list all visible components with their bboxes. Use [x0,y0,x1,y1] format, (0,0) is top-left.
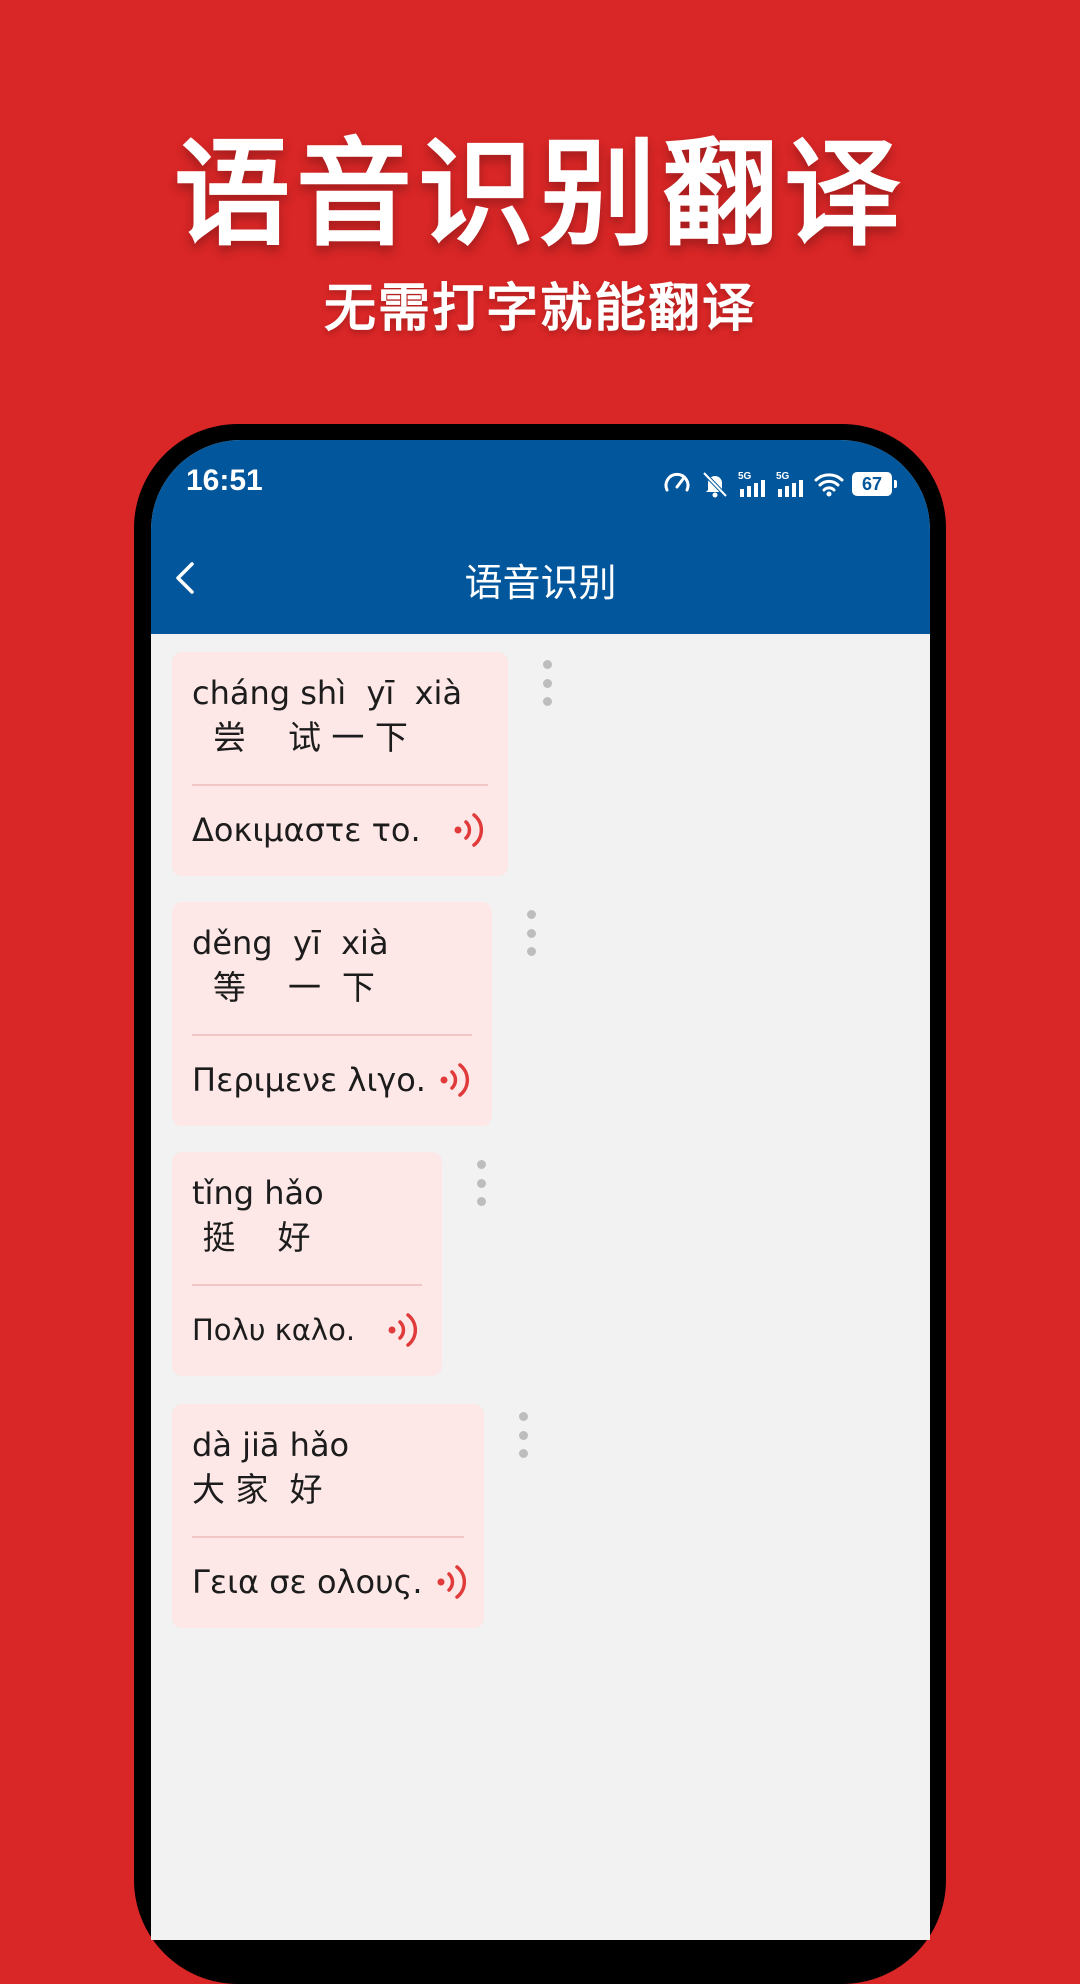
divider [192,1284,422,1286]
speedometer-icon [664,472,690,492]
speaker-icon[interactable] [384,1308,428,1352]
translation-line: Περιμενε λιγο. [192,1058,478,1102]
dot [518,1430,528,1440]
dot [518,1412,528,1421]
more-options-button[interactable] [466,1160,496,1206]
translation-line: Πολυ καλο. [192,1308,428,1352]
promo-title: 语音识别翻译 [174,127,906,262]
signal-5g-icon: 5G [738,471,765,497]
status-time: 16:51 [186,464,263,497]
phone-screen: 16:51 5G 5G 67 语音识别 cháng shì yī xià 尝 试… [151,440,930,1940]
message-row: tǐng hǎo 挺 好 Πολυ καλο. [172,1152,496,1376]
dot [476,1160,486,1169]
message-row: cháng shì yī xià 尝 试 一 下 Δοκιμαστε το. [172,652,562,876]
pinyin-text: děng yī xià [192,924,389,962]
hanzi-text: 挺 好 [192,1218,311,1257]
dot [476,1178,486,1188]
page-title: 语音识别 [464,561,617,605]
message-row: dà jiā hǎo 大 家 好 Γεια σε ολους. [172,1404,538,1628]
translation-text: Γεια σε ολους. [192,1563,423,1601]
app-header: 16:51 5G 5G 67 语音识别 [151,440,930,634]
message-card[interactable]: děng yī xià 等 一 下 Περιμενε λιγο. [172,902,492,1126]
pinyin-text: tǐng hǎo [192,1174,324,1212]
svg-text:5G: 5G [776,471,790,482]
speaker-icon[interactable] [450,808,494,852]
message-card[interactable]: cháng shì yī xià 尝 试 一 下 Δοκιμαστε το. [172,652,508,876]
pinyin-text: cháng shì yī xià [192,674,463,712]
dot [542,660,552,669]
status-icons: 5G 5G 67 [662,468,897,500]
hanzi-text: 尝 试 一 下 [192,718,408,757]
bell-muted-icon [702,471,728,498]
divider [192,1034,472,1036]
translation-line: Δοκιμαστε το. [192,808,494,852]
translation-text: Πολυ καλο. [192,1313,356,1347]
dot [542,697,552,706]
dot [518,1449,528,1458]
dot [526,947,536,956]
dot [542,678,552,688]
pinyin-text: dà jiā hǎo [192,1426,350,1464]
speaker-icon[interactable] [436,1058,480,1102]
translation-line: Γεια σε ολους. [192,1560,470,1604]
battery-icon: 67 [852,472,897,496]
dot [526,910,536,919]
message-card[interactable]: tǐng hǎo 挺 好 Πολυ καλο. [172,1152,442,1376]
hanzi-text: 大 家 好 [192,1470,323,1509]
message-card[interactable]: dà jiā hǎo 大 家 好 Γεια σε ολους. [172,1404,484,1628]
dot [526,928,536,938]
divider [192,1536,464,1538]
divider [192,784,488,786]
speaker-icon[interactable] [433,1560,477,1604]
message-row: děng yī xià 等 一 下 Περιμενε λιγο. [172,902,546,1126]
signal-5g-icon: 5G [776,471,803,497]
more-options-button[interactable] [532,660,562,706]
more-options-button[interactable] [508,1412,538,1458]
svg-text:5G: 5G [738,471,752,482]
translation-text: Δοκιμαστε το. [192,811,421,849]
dot [476,1197,486,1206]
promo-subtitle: 无需打字就能翻译 [323,279,756,339]
more-options-button[interactable] [516,910,546,956]
translation-text: Περιμενε λιγο. [192,1061,426,1099]
hanzi-text: 等 一 下 [192,968,375,1007]
wifi-icon [814,473,844,497]
